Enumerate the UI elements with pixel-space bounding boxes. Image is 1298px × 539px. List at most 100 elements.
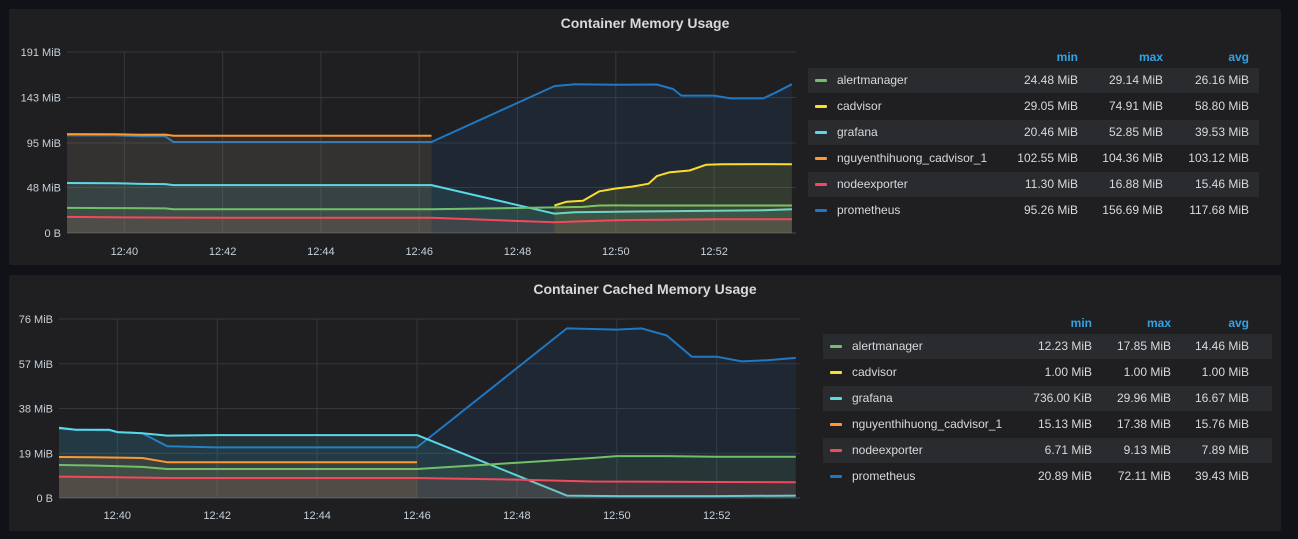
legend-row-alertmanager[interactable]: alertmanager 12.23 MiB 17.85 MiB 14.46 MiB — [823, 334, 1272, 359]
legend-series-name[interactable]: nodeexporter — [837, 172, 908, 197]
legend-swatch[interactable] — [815, 79, 827, 82]
legend-avg-value: 15.76 MiB — [1194, 417, 1249, 431]
x-tick-label: 12:48 — [504, 246, 532, 258]
legend-min-value: 24.48 MiB — [1023, 73, 1078, 87]
y-tick-label: 57 MiB — [19, 359, 53, 371]
x-tick-label: 12:40 — [104, 510, 132, 522]
legend-series-name[interactable]: cadvisor — [852, 360, 897, 385]
legend-min-value: 12.23 MiB — [1037, 339, 1092, 353]
legend-series-name[interactable]: grafana — [837, 120, 878, 145]
legend-avg-value: 117.68 MiB — [1189, 203, 1249, 217]
legend-avg-value: 7.89 MiB — [1201, 443, 1249, 457]
legend-row-prometheus[interactable]: prometheus 95.26 MiB 156.69 MiB 117.68 MiB — [808, 198, 1259, 223]
y-tick-label: 48 MiB — [27, 183, 61, 195]
legend-swatch[interactable] — [815, 209, 827, 212]
legend-header-min[interactable]: min — [1057, 50, 1078, 68]
x-tick-label: 12:50 — [603, 510, 631, 522]
legend-swatch[interactable] — [830, 397, 842, 400]
legend-max-value: 17.38 MiB — [1116, 417, 1171, 431]
legend-series-name[interactable]: prometheus — [837, 198, 900, 223]
cached-memory-legend: min max avg alertmanager 12.23 MiB 17.85 MiB 1… — [823, 316, 1272, 494]
x-tick-label: 12:52 — [700, 246, 728, 258]
legend-swatch[interactable] — [830, 345, 842, 348]
y-tick-label: 0 B — [36, 493, 53, 505]
legend-header-avg[interactable]: avg — [1228, 316, 1249, 334]
legend-max-value: 17.85 MiB — [1116, 339, 1171, 353]
legend-row-alertmanager[interactable]: alertmanager 24.48 MiB 29.14 MiB 26.16 MiB — [808, 68, 1259, 93]
x-tick-label: 12:44 — [303, 510, 331, 522]
legend-header-min[interactable]: min — [1071, 316, 1092, 334]
legend-header-max[interactable]: max — [1139, 50, 1163, 68]
legend-avg-value: 1.00 MiB — [1201, 365, 1249, 379]
legend-avg-value: 26.16 MiB — [1194, 73, 1249, 87]
legend-series-name[interactable]: prometheus — [852, 464, 915, 489]
legend-swatch[interactable] — [830, 449, 842, 452]
y-tick-label: 0 B — [44, 228, 61, 240]
legend-max-value: 52.85 MiB — [1108, 125, 1163, 139]
legend-header-max[interactable]: max — [1147, 316, 1171, 334]
legend-series-name[interactable]: nguyenthihuong_cadvisor_1 — [852, 412, 1002, 437]
legend-row-nguyenthihuong_cadvisor_1[interactable]: nguyenthihuong_cadvisor_1 15.13 MiB 17.38 … — [823, 412, 1272, 437]
x-tick-label: 12:48 — [503, 510, 531, 522]
legend-row-prometheus[interactable]: prometheus 20.89 MiB 72.11 MiB 39.43 MiB — [823, 464, 1272, 489]
legend-row-cadvisor[interactable]: cadvisor 1.00 MiB 1.00 MiB 1.00 MiB — [823, 360, 1272, 385]
legend-min-value: 102.55 MiB — [1017, 151, 1078, 165]
legend-max-value: 156.69 MiB — [1102, 203, 1163, 217]
x-tick-label: 12:40 — [111, 246, 139, 258]
y-tick-label: 95 MiB — [27, 138, 61, 150]
y-tick-label: 76 MiB — [19, 314, 53, 326]
legend-series-name[interactable]: alertmanager — [852, 334, 923, 359]
legend-min-value: 20.89 MiB — [1037, 469, 1092, 483]
y-tick-label: 19 MiB — [19, 448, 53, 460]
legend-row-cadvisor[interactable]: cadvisor 29.05 MiB 74.91 MiB 58.80 MiB — [808, 94, 1259, 119]
cached-memory-panel: Container Cached Memory Usage 0 B 19 MiB 3… — [9, 275, 1281, 531]
memory-usage-chart: 0 B 48 MiB 95 MiB 143 MiB 191 MiB 12:40 12:42 1… — [21, 47, 796, 258]
legend-swatch[interactable] — [815, 157, 827, 160]
legend-min-value: 29.05 MiB — [1023, 99, 1078, 113]
legend-min-value: 736.00 KiB — [1033, 391, 1092, 405]
legend-avg-value: 103.12 MiB — [1188, 151, 1249, 165]
legend-max-value: 29.14 MiB — [1108, 73, 1163, 87]
legend-swatch[interactable] — [815, 131, 827, 134]
legend-swatch[interactable] — [815, 183, 827, 186]
legend-series-name[interactable]: alertmanager — [837, 68, 908, 93]
legend-swatch[interactable] — [815, 105, 827, 108]
legend-max-value: 9.13 MiB — [1123, 443, 1171, 457]
legend-swatch[interactable] — [830, 423, 842, 426]
legend-row-nodeexporter[interactable]: nodeexporter 11.30 MiB 16.88 MiB 15.46 MiB — [808, 172, 1259, 197]
legend-avg-value: 39.43 MiB — [1194, 469, 1249, 483]
x-tick-label: 12:52 — [703, 510, 731, 522]
legend-max-value: 104.36 MiB — [1102, 151, 1163, 165]
legend-min-value: 15.13 MiB — [1037, 417, 1092, 431]
legend-series-name[interactable]: nguyenthihuong_cadvisor_1 — [837, 146, 987, 171]
legend-series-name[interactable]: cadvisor — [837, 94, 882, 119]
legend-row-nodeexporter[interactable]: nodeexporter 6.71 MiB 9.13 MiB 7.89 MiB — [823, 438, 1272, 463]
legend-row-grafana[interactable]: grafana 20.46 MiB 52.85 MiB 39.53 MiB — [808, 120, 1259, 145]
x-tick-label: 12:46 — [403, 510, 431, 522]
legend-min-value: 11.30 MiB — [1024, 177, 1078, 191]
cached-memory-chart: 0 B 19 MiB 38 MiB 57 MiB 76 MiB 12:40 12:42 12:… — [19, 314, 800, 522]
legend-series-name[interactable]: nodeexporter — [852, 438, 923, 463]
legend-row-grafana[interactable]: grafana 736.00 KiB 29.96 MiB 16.67 MiB — [823, 386, 1272, 411]
legend-max-value: 1.00 MiB — [1123, 365, 1171, 379]
legend-avg-value: 15.46 MiB — [1194, 177, 1249, 191]
legend-min-value: 20.46 MiB — [1023, 125, 1078, 139]
legend-min-value: 6.71 MiB — [1044, 443, 1092, 457]
legend-avg-value: 39.53 MiB — [1194, 125, 1249, 139]
x-tick-label: 12:46 — [405, 246, 433, 258]
legend-max-value: 74.91 MiB — [1108, 99, 1163, 113]
y-tick-label: 191 MiB — [21, 47, 61, 59]
legend-swatch[interactable] — [830, 371, 842, 374]
y-tick-label: 38 MiB — [19, 404, 53, 416]
legend-row-nguyenthihuong_cadvisor_1[interactable]: nguyenthihuong_cadvisor_1 102.55 MiB 104.3… — [808, 146, 1259, 171]
legend-avg-value: 14.46 MiB — [1194, 339, 1249, 353]
memory-usage-panel: Container Memory Usage 0 B 48 MiB 95 MiB 14… — [9, 9, 1281, 265]
x-tick-label: 12:42 — [209, 246, 237, 258]
x-tick-label: 12:42 — [203, 510, 231, 522]
legend-avg-value: 58.80 MiB — [1194, 99, 1249, 113]
legend-swatch[interactable] — [830, 475, 842, 478]
legend-min-value: 95.26 MiB — [1023, 203, 1078, 217]
memory-usage-legend: min max avg alertmanager 24.48 MiB 29.14 MiB 2… — [808, 50, 1259, 228]
legend-header-avg[interactable]: avg — [1228, 50, 1249, 68]
legend-series-name[interactable]: grafana — [852, 386, 893, 411]
